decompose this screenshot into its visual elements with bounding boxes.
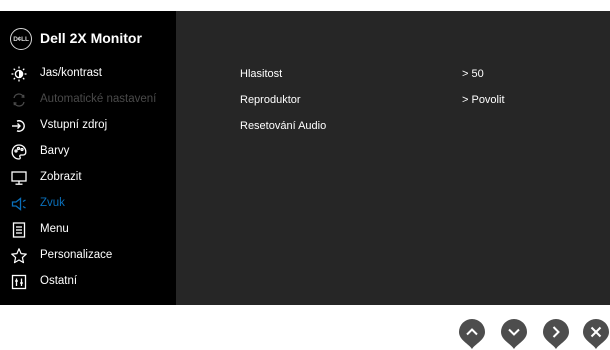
menu-label: Automatické nastavení (40, 93, 157, 105)
setting-label: Resetování Audio (240, 120, 327, 132)
star-icon (10, 247, 28, 265)
osd-header: D¢LL Dell 2X Monitor (0, 11, 176, 61)
menu-item-color[interactable]: Barvy (0, 139, 176, 165)
menu-item-personalize[interactable]: Personalizace (0, 243, 176, 269)
input-source-icon (10, 117, 28, 135)
monitor-title: Dell 2X Monitor (40, 30, 142, 46)
auto-adjust-icon (10, 91, 28, 109)
menu-item-brightness-contrast[interactable]: Jas/kontrast (0, 61, 176, 87)
menu-item-audio[interactable]: Zvuk (0, 191, 176, 217)
menu-document-icon (10, 221, 28, 239)
chevron-down-icon (501, 319, 527, 349)
nav-up-button[interactable] (458, 318, 486, 350)
menu-label: Jas/kontrast (40, 67, 102, 79)
audio-settings-panel: Hlasitost > 50 Reproduktor > Povolit Res… (176, 11, 610, 305)
menu-label: Zvuk (40, 197, 65, 209)
menu-item-auto-adjust: Automatické nastavení (0, 87, 176, 113)
menu-item-menu[interactable]: Menu (0, 217, 176, 243)
speaker-icon (10, 195, 28, 213)
nav-right-button[interactable] (542, 318, 570, 350)
monitor-osd: D¢LL Dell 2X Monitor Jas/kontrast Automa… (0, 11, 610, 305)
chevron-right-icon (543, 319, 569, 349)
display-monitor-icon (10, 169, 28, 187)
osd-sidebar: D¢LL Dell 2X Monitor Jas/kontrast Automa… (0, 11, 176, 305)
menu-label: Ostatní (40, 275, 78, 287)
menu-label: Menu (40, 223, 69, 235)
menu-label: Vstupní zdroj (40, 119, 108, 131)
menu-item-display[interactable]: Zobrazit (0, 165, 176, 191)
menu-label: Personalizace (40, 249, 113, 261)
nav-close-button[interactable] (582, 318, 610, 350)
menu-item-others[interactable]: Ostatní (0, 269, 176, 295)
menu-label: Barvy (40, 145, 70, 157)
brightness-icon (10, 65, 28, 83)
close-icon (583, 319, 609, 349)
setting-value: > 50 (462, 68, 484, 80)
color-palette-icon (10, 143, 28, 161)
menu-label: Zobrazit (40, 171, 82, 183)
dell-logo: D¢LL (10, 28, 32, 50)
setting-value: > Povolit (462, 94, 505, 106)
others-icon (10, 273, 28, 291)
setting-label: Reproduktor (240, 94, 301, 106)
nav-down-button[interactable] (500, 318, 528, 350)
setting-label: Hlasitost (240, 68, 283, 80)
menu-item-input-source[interactable]: Vstupní zdroj (0, 113, 176, 139)
chevron-up-icon (459, 319, 485, 349)
